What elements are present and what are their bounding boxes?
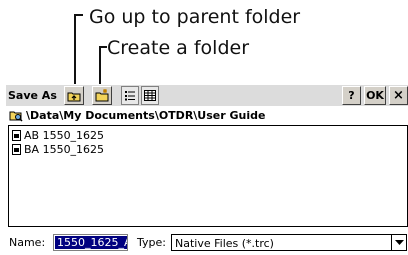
chevron-down-icon [394, 239, 404, 245]
details-view-icon [144, 90, 156, 101]
parent-folder-callout-vertical [74, 14, 76, 86]
type-label: Type: [137, 236, 166, 249]
path-text: \Data\My Documents\OTDR\User Guide [26, 109, 266, 122]
file-list[interactable]: AB 1550_1625 BA 1550_1625 [8, 125, 408, 227]
parent-folder-callout-horizontal [74, 14, 83, 16]
list-item[interactable]: BA 1550_1625 [12, 143, 104, 156]
file-name: AB 1550_1625 [24, 129, 105, 142]
name-label: Name: [9, 236, 46, 249]
parent-folder-button[interactable] [64, 86, 84, 105]
details-view-button[interactable] [141, 86, 159, 105]
create-folder-callout-horizontal [99, 46, 107, 48]
parent-folder-callout-text: Go up to parent folder [89, 6, 301, 28]
name-input[interactable]: 1550_1625_AB.trc [53, 234, 128, 251]
list-view-button[interactable] [121, 86, 139, 105]
new-folder-button[interactable] [92, 86, 112, 105]
up-folder-icon [67, 92, 81, 101]
list-view-icon [125, 91, 135, 101]
list-item[interactable]: AB 1550_1625 [12, 129, 104, 142]
current-path: \Data\My Documents\OTDR\User Guide [6, 108, 408, 124]
folder-path-icon [9, 111, 23, 122]
close-button[interactable]: × [389, 86, 408, 105]
type-dropdown-button[interactable] [391, 235, 406, 250]
name-value: 1550_1625_AB.trc [55, 236, 127, 249]
save-as-dialog: Save As ? OK × \Data\My Documents\OTDR\U… [6, 84, 408, 255]
filename-row: Name: 1550_1625_AB.trc Type: Native File… [6, 233, 408, 253]
create-folder-callout-vertical [99, 46, 101, 86]
type-value: Native Files (*.trc) [175, 237, 274, 250]
trace-file-icon [12, 130, 21, 141]
trace-file-icon [12, 144, 21, 155]
create-folder-callout-text: Create a folder [107, 37, 250, 59]
dialog-title: Save As [8, 89, 57, 102]
ok-button[interactable]: OK [364, 86, 386, 105]
new-folder-icon [95, 89, 109, 102]
type-select[interactable]: Native Files (*.trc) [171, 234, 407, 251]
dialog-toolbar: Save As ? OK × [6, 84, 408, 106]
file-name: BA 1550_1625 [24, 143, 105, 156]
help-button[interactable]: ? [342, 86, 361, 105]
